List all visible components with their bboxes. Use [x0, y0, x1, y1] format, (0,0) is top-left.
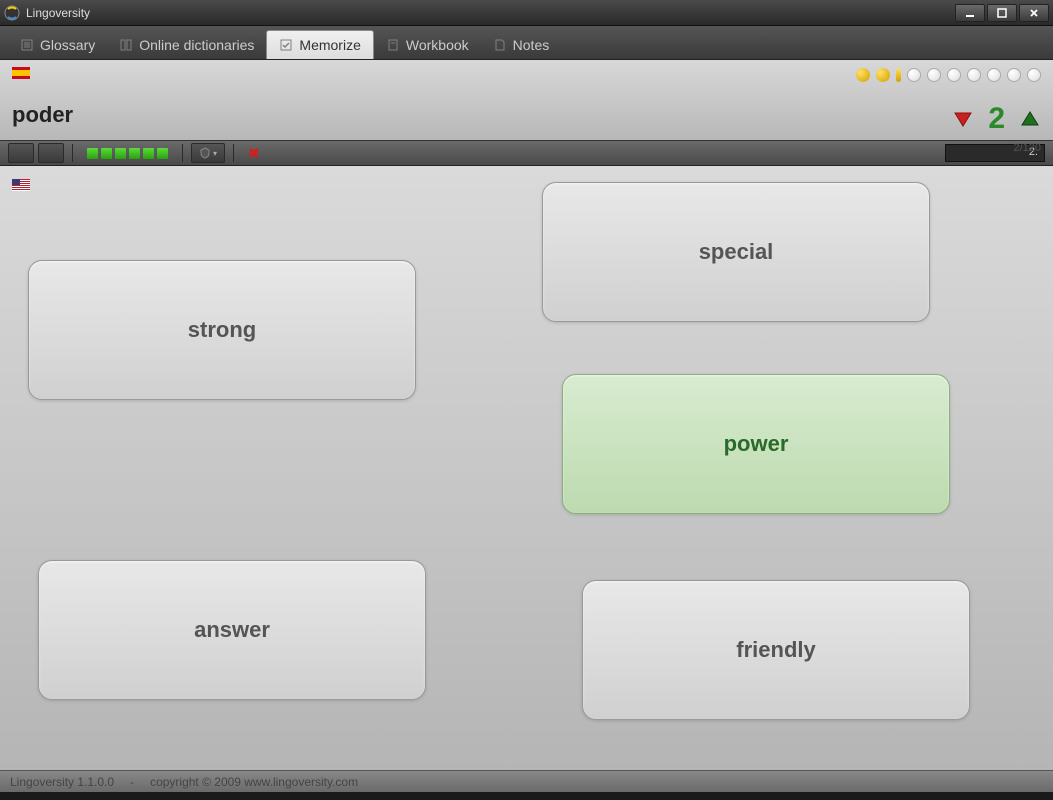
app-title: Lingoversity	[26, 6, 955, 20]
spain-flag-icon	[12, 67, 30, 79]
glossary-icon	[20, 38, 34, 52]
toolbar-button-1[interactable]	[8, 143, 34, 163]
question-word: poder	[12, 102, 1041, 128]
answer-card-special[interactable]: special	[542, 182, 930, 322]
minimize-button[interactable]	[955, 4, 985, 22]
green-square	[101, 148, 112, 159]
notes-icon	[493, 38, 507, 52]
dictionaries-icon	[119, 38, 133, 52]
toolbar-button-2[interactable]	[38, 143, 64, 163]
answer-card-answer[interactable]: answer	[38, 560, 426, 700]
answer-area: strong special power answer friendly	[0, 166, 1053, 770]
difficulty-indicator	[81, 148, 174, 159]
titlebar: Lingoversity	[0, 0, 1053, 26]
green-square	[115, 148, 126, 159]
memorize-icon	[279, 38, 293, 52]
us-flag-icon	[12, 179, 30, 191]
dot-remaining	[947, 68, 961, 82]
window-controls	[955, 4, 1049, 22]
answer-card-strong[interactable]: strong	[28, 260, 416, 400]
score-area: 2	[952, 102, 1041, 136]
answer-label: friendly	[736, 637, 815, 663]
tab-workbook[interactable]: Workbook	[374, 31, 481, 59]
statusbar: Lingoversity 1.1.0.0 - copyright © 2009 …	[0, 770, 1053, 792]
tab-strip: Glossary Online dictionaries Memorize Wo…	[0, 26, 1053, 60]
green-square	[143, 148, 154, 159]
version-text: Lingoversity 1.1.0.0	[10, 775, 114, 789]
app-icon	[4, 5, 20, 21]
toolbar-separator	[72, 144, 73, 162]
separator: -	[130, 775, 134, 789]
up-arrow-icon[interactable]	[1019, 108, 1041, 130]
tab-label: Workbook	[406, 37, 469, 53]
dot-remaining	[927, 68, 941, 82]
answer-label: power	[724, 431, 789, 457]
toolbar: ▾ ✖ 2.	[0, 140, 1053, 166]
copyright-text: copyright © 2009 www.lingoversity.com	[150, 775, 358, 789]
dot-current	[896, 68, 901, 82]
dot-remaining	[1027, 68, 1041, 82]
question-header: poder 2 2/120	[0, 60, 1053, 140]
dot-remaining	[907, 68, 921, 82]
answer-label: special	[699, 239, 774, 265]
tab-label: Notes	[513, 37, 550, 53]
green-square	[157, 148, 168, 159]
tab-label: Online dictionaries	[139, 37, 254, 53]
tab-label: Memorize	[299, 37, 360, 53]
dot-remaining	[1007, 68, 1021, 82]
answer-card-power[interactable]: power	[562, 374, 950, 514]
tab-notes[interactable]: Notes	[481, 31, 562, 59]
dot-completed	[856, 68, 870, 82]
down-arrow-icon[interactable]	[952, 108, 974, 130]
close-button[interactable]	[1019, 4, 1049, 22]
toolbar-shield-button[interactable]: ▾	[191, 143, 225, 163]
toolbar-separator	[233, 144, 234, 162]
toolbar-separator	[182, 144, 183, 162]
tab-memorize[interactable]: Memorize	[266, 30, 373, 59]
progress-counter: 2/120	[1013, 142, 1041, 154]
tab-glossary[interactable]: Glossary	[8, 31, 107, 59]
dot-remaining	[987, 68, 1001, 82]
maximize-button[interactable]	[987, 4, 1017, 22]
tab-online-dictionaries[interactable]: Online dictionaries	[107, 31, 266, 59]
dot-remaining	[967, 68, 981, 82]
tab-label: Glossary	[40, 37, 95, 53]
answer-label: strong	[188, 317, 256, 343]
green-square	[87, 148, 98, 159]
score-number: 2	[988, 102, 1005, 136]
green-square	[129, 148, 140, 159]
shield-icon	[199, 147, 211, 159]
answer-label: answer	[194, 617, 270, 643]
workbook-icon	[386, 38, 400, 52]
answer-card-friendly[interactable]: friendly	[582, 580, 970, 720]
clear-button[interactable]: ✖	[242, 145, 266, 162]
progress-dots	[856, 68, 1041, 82]
dot-completed	[876, 68, 890, 82]
